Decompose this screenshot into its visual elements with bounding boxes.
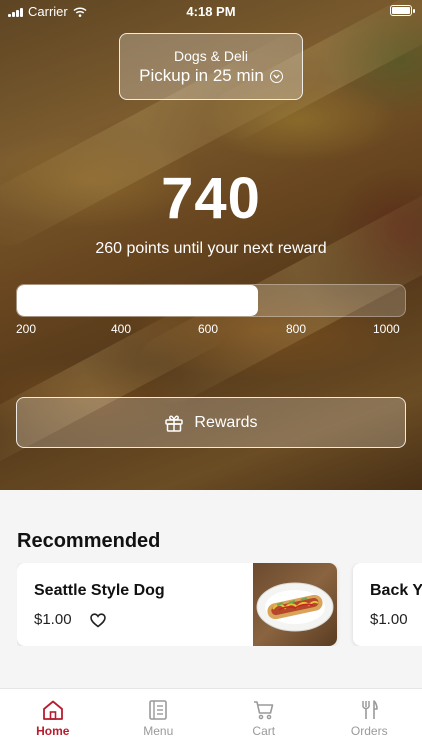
tab-label: Cart xyxy=(252,724,276,738)
orders-icon xyxy=(362,700,379,719)
tab-label: Orders xyxy=(350,724,388,738)
store-name: Dogs & Deli xyxy=(174,48,248,64)
home-icon xyxy=(42,700,63,720)
status-bar: Carrier 4:18 PM xyxy=(0,0,422,22)
tab-label: Menu xyxy=(143,724,174,738)
heart-icon[interactable] xyxy=(90,613,106,628)
tab-orders[interactable]: Orders xyxy=(317,689,422,750)
product-name: Back Y xyxy=(370,582,422,599)
rewards-button-label: Rewards xyxy=(194,413,258,431)
product-price: $1.00 xyxy=(34,611,72,628)
progress-tick-label: 1000 xyxy=(373,322,400,336)
progress-tick-label: 600 xyxy=(198,322,219,336)
tab-menu[interactable]: Menu xyxy=(106,689,212,750)
product-price: $1.00 xyxy=(370,611,408,628)
rewards-button[interactable]: Rewards xyxy=(16,397,406,448)
recommended-title: Recommended xyxy=(17,530,161,552)
progress-ticks: 200 400 600 800 1000 xyxy=(16,322,406,338)
gift-icon xyxy=(165,415,184,432)
tab-home[interactable]: Home xyxy=(0,689,106,750)
recommended-list: Seattle Style Dog $1.00 Back Y $1.00 xyxy=(17,563,422,646)
status-time: 4:18 PM xyxy=(186,4,236,19)
progress-tick-label: 200 xyxy=(16,322,37,336)
rewards-progress-bar xyxy=(16,284,406,317)
battery-icon xyxy=(390,5,415,16)
menu-icon xyxy=(149,700,168,720)
points-caption: 260 points until your next reward xyxy=(95,240,327,257)
progress-tick-label: 800 xyxy=(286,322,307,336)
progress-tick-label: 400 xyxy=(111,322,132,336)
product-card[interactable]: Back Y $1.00 xyxy=(353,563,422,646)
tab-bar: Home Menu Cart Orders xyxy=(0,688,422,750)
tab-label: Home xyxy=(36,724,70,738)
cart-icon xyxy=(253,701,274,720)
pickup-time: Pickup in 25 min xyxy=(139,66,264,85)
chevron-down-icon xyxy=(269,69,283,83)
tab-cart[interactable]: Cart xyxy=(211,689,317,750)
product-card[interactable]: Seattle Style Dog $1.00 xyxy=(17,563,337,646)
product-name: Seattle Style Dog xyxy=(34,582,165,599)
points-value: 740 xyxy=(161,166,261,231)
store-selector[interactable]: Dogs & Deli Pickup in 25 min xyxy=(119,33,303,100)
product-image xyxy=(253,563,337,646)
rewards-progress-fill xyxy=(17,285,258,316)
